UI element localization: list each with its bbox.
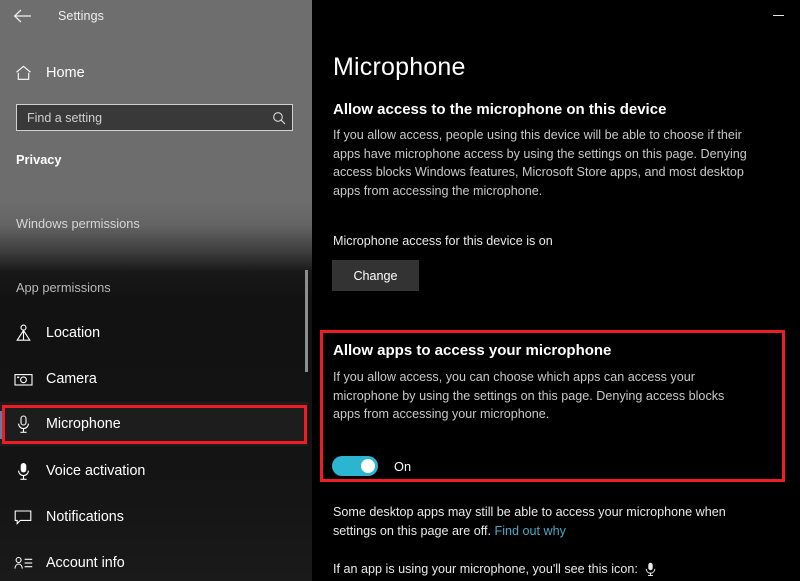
sidebar-item-voice-activation-label: Voice activation [46, 463, 145, 479]
search-placeholder: Find a setting [17, 111, 266, 125]
notification-bubble-icon [0, 494, 46, 540]
toggle-knob [361, 459, 375, 473]
allow-apps-toggle-row: On [332, 456, 411, 476]
sidebar-scrollbar-thumb[interactable] [305, 270, 308, 372]
home-icon [0, 65, 46, 81]
minimize-button[interactable] [760, 0, 796, 30]
sidebar-item-camera-label: Camera [46, 371, 97, 387]
back-arrow-icon[interactable] [0, 0, 44, 31]
sidebar-item-location-label: Location [46, 325, 100, 341]
sidebar-item-voice-activation[interactable]: Voice activation [0, 448, 308, 494]
search-input[interactable]: Find a setting [16, 104, 293, 131]
microphone-icon [645, 562, 656, 577]
camera-icon [0, 356, 46, 402]
sidebar-item-microphone-label: Microphone [46, 416, 121, 432]
allow-apps-toggle[interactable] [332, 456, 378, 476]
allow-apps-paragraph: If you allow access, you can choose whic… [333, 368, 748, 424]
settings-window: Settings Home Find a setting Privacy Win… [0, 0, 800, 581]
sidebar-item-notifications-label: Notifications [46, 509, 124, 525]
sidebar-item-notifications[interactable]: Notifications [0, 494, 308, 540]
sidebar-item-home-label: Home [46, 65, 85, 81]
minimize-icon [773, 15, 784, 16]
sidebar-item-microphone[interactable]: Microphone [0, 402, 308, 446]
icon-note-text: If an app is using your microphone, you'… [333, 560, 638, 579]
desktop-apps-note: Some desktop apps may still be able to a… [333, 503, 763, 540]
device-access-heading: Allow access to the microphone on this d… [333, 101, 666, 118]
sidebar-category-title: Privacy [16, 152, 62, 167]
change-button[interactable]: Change [332, 260, 419, 291]
app-title: Settings [58, 9, 104, 23]
sidebar-section-windows-permissions[interactable]: Windows permissions [16, 216, 140, 231]
page-title: Microphone [333, 53, 466, 82]
device-access-paragraph: If you allow access, people using this d… [333, 126, 758, 200]
sidebar-item-account-info-label: Account info [46, 555, 125, 571]
sidebar-item-home[interactable]: Home [0, 57, 300, 89]
device-access-status: Microphone access for this device is on [333, 232, 553, 251]
sidebar-item-location[interactable]: Location [0, 310, 308, 356]
titlebar: Settings [0, 0, 312, 31]
selection-indicator [0, 411, 3, 439]
icon-note: If an app is using your microphone, you'… [333, 560, 656, 579]
voice-activation-icon [0, 448, 46, 494]
account-info-icon [0, 540, 46, 581]
main-content: Microphone Allow access to the microphon… [312, 0, 800, 581]
allow-apps-heading: Allow apps to access your microphone [333, 342, 611, 359]
location-pin-icon [0, 310, 46, 356]
allow-apps-toggle-label: On [394, 459, 411, 474]
microphone-icon [0, 401, 46, 447]
search-icon[interactable] [266, 111, 292, 125]
sidebar: Settings Home Find a setting Privacy Win… [0, 0, 312, 581]
sidebar-item-camera[interactable]: Camera [0, 356, 308, 402]
sidebar-section-app-permissions[interactable]: App permissions [16, 280, 111, 295]
find-out-why-link[interactable]: Find out why [495, 524, 566, 538]
sidebar-item-account-info[interactable]: Account info [0, 540, 308, 581]
